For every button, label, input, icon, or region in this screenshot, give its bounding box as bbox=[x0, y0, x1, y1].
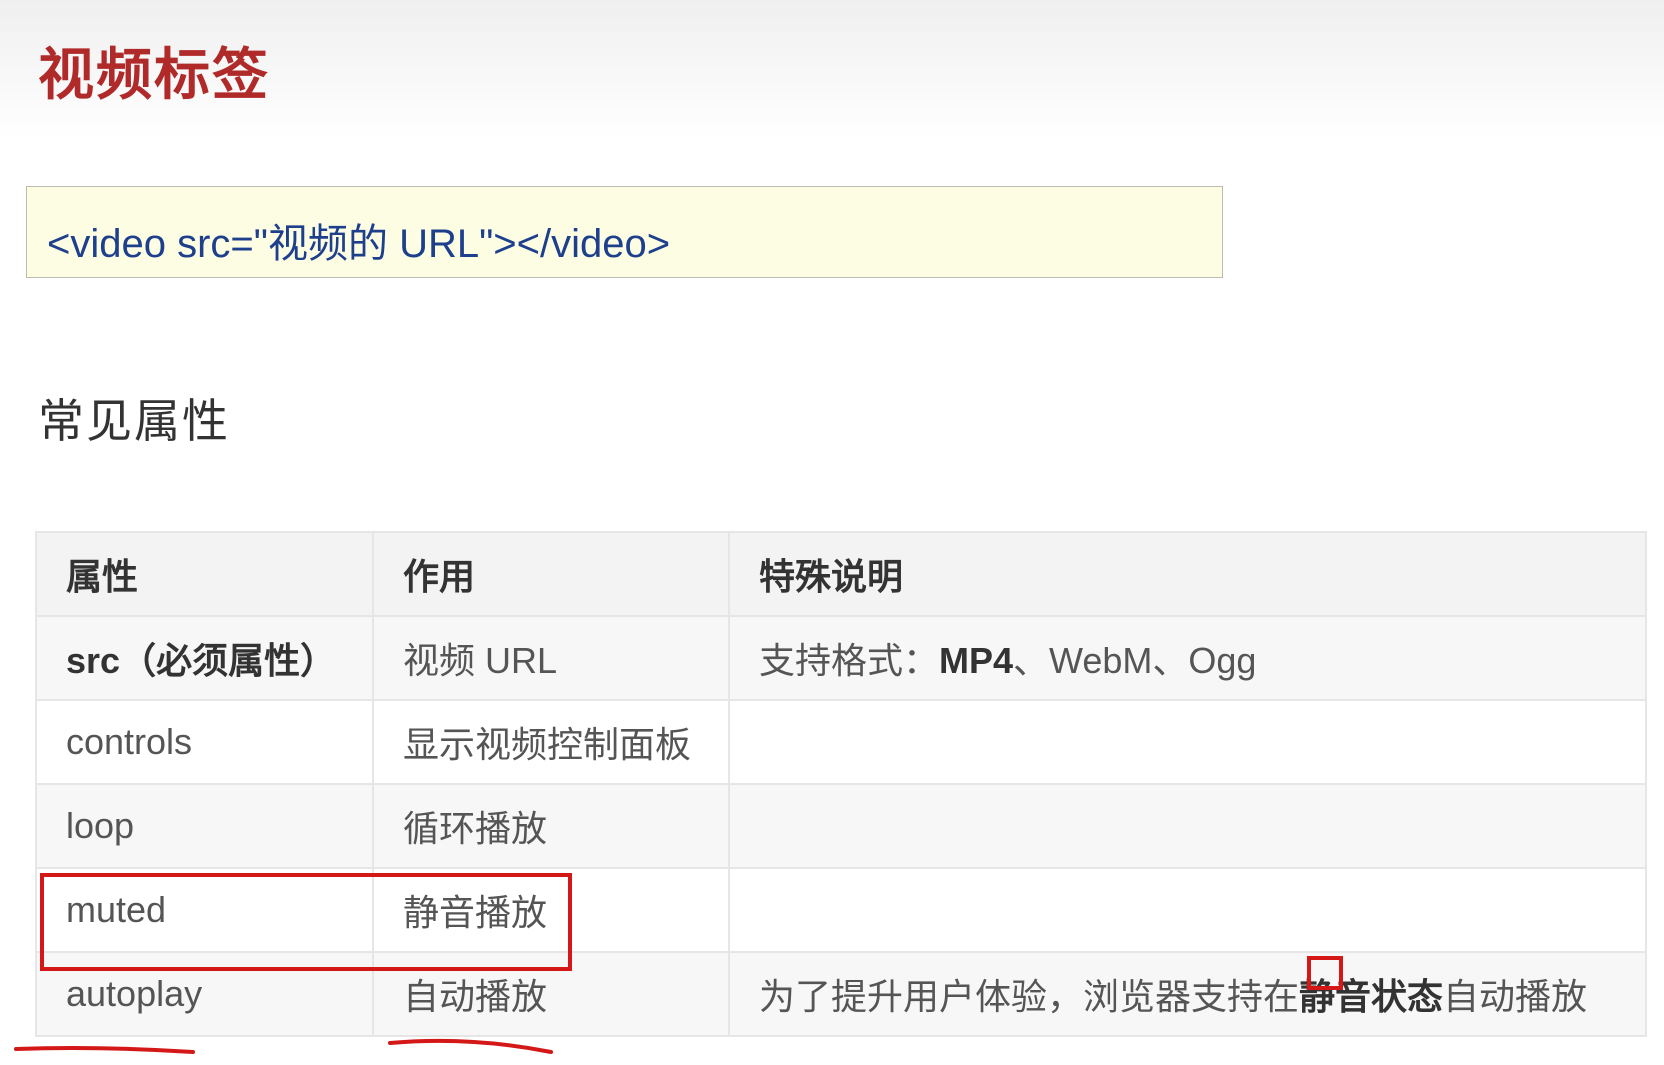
annotation-layer bbox=[14, 1038, 553, 1054]
underline-autoplay bbox=[14, 1046, 195, 1054]
underline-autoplay-purpose bbox=[388, 1038, 553, 1054]
